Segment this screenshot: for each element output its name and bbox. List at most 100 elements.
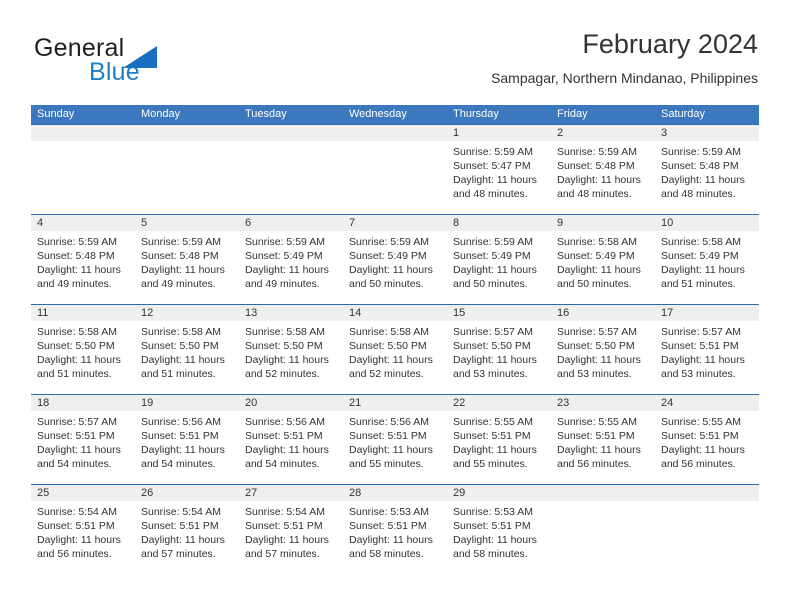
day-cell[interactable]: 13 Sunrise: 5:58 AM Sunset: 5:50 PM Dayl… <box>239 305 343 394</box>
page-title: February 2024 <box>582 29 758 59</box>
sunrise-text: Sunrise: 5:59 AM <box>453 146 533 158</box>
day-cell[interactable] <box>655 485 759 574</box>
day-cell[interactable]: 29 Sunrise: 5:53 AM Sunset: 5:51 PM Dayl… <box>447 485 551 574</box>
day-details: Sunrise: 5:59 AM Sunset: 5:47 PM Dayligh… <box>447 141 551 201</box>
sunset-text: Sunset: 5:51 PM <box>245 430 323 442</box>
daylight-text-line1: Daylight: 11 hours <box>141 264 225 276</box>
day-cell[interactable]: 5 Sunrise: 5:59 AM Sunset: 5:48 PM Dayli… <box>135 215 239 304</box>
day-cell[interactable]: 4 Sunrise: 5:59 AM Sunset: 5:48 PM Dayli… <box>31 215 135 304</box>
day-cell[interactable] <box>343 125 447 214</box>
day-cell[interactable]: 11 Sunrise: 5:58 AM Sunset: 5:50 PM Dayl… <box>31 305 135 394</box>
day-number: 19 <box>135 395 239 411</box>
day-cell[interactable] <box>135 125 239 214</box>
sunset-text: Sunset: 5:50 PM <box>37 340 115 352</box>
day-cell[interactable]: 26 Sunrise: 5:54 AM Sunset: 5:51 PM Dayl… <box>135 485 239 574</box>
daylight-text-line2: and 48 minutes. <box>661 188 736 200</box>
daylight-text-line2: and 53 minutes. <box>557 368 632 380</box>
day-cell[interactable]: 19 Sunrise: 5:56 AM Sunset: 5:51 PM Dayl… <box>135 395 239 484</box>
sunset-text: Sunset: 5:48 PM <box>661 160 739 172</box>
daylight-text-line1: Daylight: 11 hours <box>557 174 641 186</box>
sunrise-text: Sunrise: 5:59 AM <box>37 236 117 248</box>
day-number: 5 <box>135 215 239 231</box>
day-cell[interactable]: 20 Sunrise: 5:56 AM Sunset: 5:51 PM Dayl… <box>239 395 343 484</box>
sunset-text: Sunset: 5:50 PM <box>141 340 219 352</box>
day-cell[interactable]: 7 Sunrise: 5:59 AM Sunset: 5:49 PM Dayli… <box>343 215 447 304</box>
day-cell[interactable] <box>551 485 655 574</box>
day-cell[interactable]: 21 Sunrise: 5:56 AM Sunset: 5:51 PM Dayl… <box>343 395 447 484</box>
daylight-text-line2: and 51 minutes. <box>37 368 112 380</box>
day-cell[interactable]: 17 Sunrise: 5:57 AM Sunset: 5:51 PM Dayl… <box>655 305 759 394</box>
day-cell[interactable]: 10 Sunrise: 5:58 AM Sunset: 5:49 PM Dayl… <box>655 215 759 304</box>
daylight-text-line2: and 56 minutes. <box>661 458 736 470</box>
sunset-text: Sunset: 5:51 PM <box>245 520 323 532</box>
day-number: 25 <box>31 485 135 501</box>
day-cell[interactable] <box>239 125 343 214</box>
day-cell[interactable]: 23 Sunrise: 5:55 AM Sunset: 5:51 PM Dayl… <box>551 395 655 484</box>
sunrise-text: Sunrise: 5:59 AM <box>349 236 429 248</box>
day-number: 7 <box>343 215 447 231</box>
day-number: 29 <box>447 485 551 501</box>
brand-logo[interactable]: General Blue <box>34 34 264 92</box>
day-cell[interactable]: 2 Sunrise: 5:59 AM Sunset: 5:48 PM Dayli… <box>551 125 655 214</box>
calendar-week-row: 11 Sunrise: 5:58 AM Sunset: 5:50 PM Dayl… <box>31 304 759 394</box>
day-cell[interactable]: 27 Sunrise: 5:54 AM Sunset: 5:51 PM Dayl… <box>239 485 343 574</box>
weekday-monday: Monday <box>141 108 181 120</box>
day-details: Sunrise: 5:58 AM Sunset: 5:49 PM Dayligh… <box>655 231 759 291</box>
weekday-header-row: Sunday Monday Tuesday Wednesday Thursday… <box>31 105 759 124</box>
day-details: Sunrise: 5:55 AM Sunset: 5:51 PM Dayligh… <box>551 411 655 471</box>
day-cell[interactable]: 12 Sunrise: 5:58 AM Sunset: 5:50 PM Dayl… <box>135 305 239 394</box>
day-cell[interactable]: 14 Sunrise: 5:58 AM Sunset: 5:50 PM Dayl… <box>343 305 447 394</box>
sunrise-text: Sunrise: 5:58 AM <box>245 326 325 338</box>
daylight-text-line1: Daylight: 11 hours <box>453 354 537 366</box>
day-cell[interactable]: 18 Sunrise: 5:57 AM Sunset: 5:51 PM Dayl… <box>31 395 135 484</box>
day-cell[interactable]: 22 Sunrise: 5:55 AM Sunset: 5:51 PM Dayl… <box>447 395 551 484</box>
daylight-text-line1: Daylight: 11 hours <box>349 534 433 546</box>
day-cell[interactable]: 15 Sunrise: 5:57 AM Sunset: 5:50 PM Dayl… <box>447 305 551 394</box>
day-number: 13 <box>239 305 343 321</box>
day-cell[interactable]: 8 Sunrise: 5:59 AM Sunset: 5:49 PM Dayli… <box>447 215 551 304</box>
day-cell[interactable]: 9 Sunrise: 5:58 AM Sunset: 5:49 PM Dayli… <box>551 215 655 304</box>
sunset-text: Sunset: 5:51 PM <box>661 430 739 442</box>
sunset-text: Sunset: 5:51 PM <box>349 520 427 532</box>
daylight-text-line1: Daylight: 11 hours <box>245 534 329 546</box>
sunrise-text: Sunrise: 5:55 AM <box>661 416 741 428</box>
daylight-text-line1: Daylight: 11 hours <box>37 264 121 276</box>
daylight-text-line2: and 53 minutes. <box>453 368 528 380</box>
day-number: 26 <box>135 485 239 501</box>
day-number: 21 <box>343 395 447 411</box>
sunset-text: Sunset: 5:51 PM <box>557 430 635 442</box>
day-cell[interactable]: 16 Sunrise: 5:57 AM Sunset: 5:50 PM Dayl… <box>551 305 655 394</box>
day-cell[interactable]: 25 Sunrise: 5:54 AM Sunset: 5:51 PM Dayl… <box>31 485 135 574</box>
daylight-text-line1: Daylight: 11 hours <box>557 264 641 276</box>
sunset-text: Sunset: 5:47 PM <box>453 160 531 172</box>
day-cell[interactable]: 24 Sunrise: 5:55 AM Sunset: 5:51 PM Dayl… <box>655 395 759 484</box>
day-number: 4 <box>31 215 135 231</box>
sunrise-text: Sunrise: 5:53 AM <box>349 506 429 518</box>
day-number: 28 <box>343 485 447 501</box>
daylight-text-line1: Daylight: 11 hours <box>453 534 537 546</box>
calendar-table: Sunday Monday Tuesday Wednesday Thursday… <box>31 105 759 574</box>
day-cell[interactable]: 3 Sunrise: 5:59 AM Sunset: 5:48 PM Dayli… <box>655 125 759 214</box>
day-cell[interactable] <box>31 125 135 214</box>
day-number: 3 <box>655 125 759 141</box>
daylight-text-line2: and 56 minutes. <box>37 548 112 560</box>
day-details: Sunrise: 5:56 AM Sunset: 5:51 PM Dayligh… <box>239 411 343 471</box>
daylight-text-line1: Daylight: 11 hours <box>557 354 641 366</box>
sunset-text: Sunset: 5:48 PM <box>37 250 115 262</box>
day-number: 9 <box>551 215 655 231</box>
daylight-text-line2: and 48 minutes. <box>557 188 632 200</box>
sunrise-text: Sunrise: 5:59 AM <box>141 236 221 248</box>
daylight-text-line2: and 54 minutes. <box>141 458 216 470</box>
sunset-text: Sunset: 5:51 PM <box>141 430 219 442</box>
daylight-text-line1: Daylight: 11 hours <box>661 354 745 366</box>
sunrise-text: Sunrise: 5:53 AM <box>453 506 533 518</box>
sunset-text: Sunset: 5:51 PM <box>661 340 739 352</box>
daylight-text-line2: and 51 minutes. <box>661 278 736 290</box>
sunset-text: Sunset: 5:51 PM <box>37 430 115 442</box>
sunrise-text: Sunrise: 5:58 AM <box>141 326 221 338</box>
day-number: 27 <box>239 485 343 501</box>
day-cell[interactable]: 6 Sunrise: 5:59 AM Sunset: 5:49 PM Dayli… <box>239 215 343 304</box>
calendar-week-row: 18 Sunrise: 5:57 AM Sunset: 5:51 PM Dayl… <box>31 394 759 484</box>
day-cell[interactable]: 28 Sunrise: 5:53 AM Sunset: 5:51 PM Dayl… <box>343 485 447 574</box>
day-cell[interactable]: 1 Sunrise: 5:59 AM Sunset: 5:47 PM Dayli… <box>447 125 551 214</box>
